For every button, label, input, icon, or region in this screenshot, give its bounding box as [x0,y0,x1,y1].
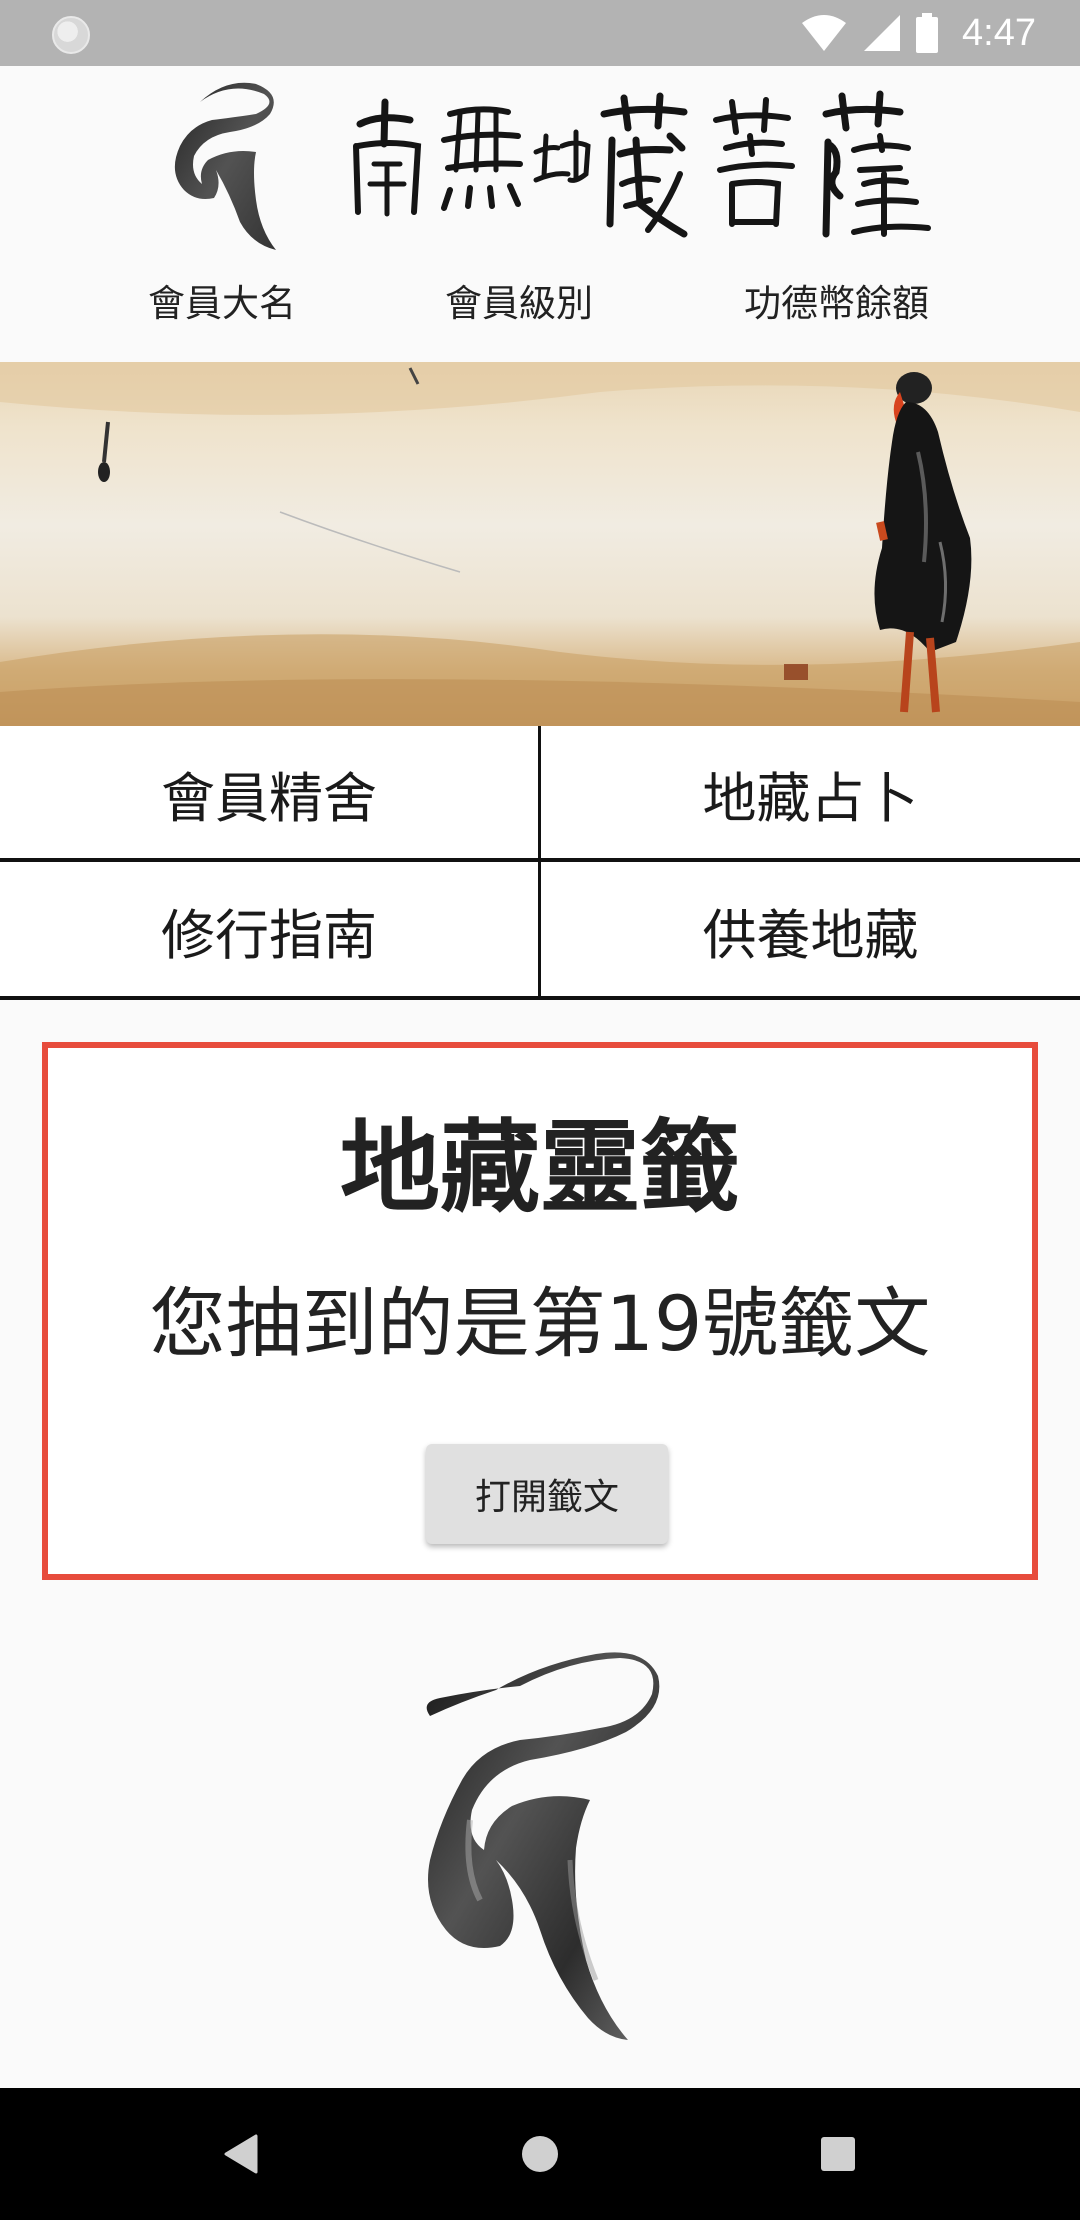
member-name-label: 會員大名 [148,282,296,325]
fortune-title: 地藏靈籤 [340,1109,740,1226]
open-fortune-button[interactable]: 打開籤文 [426,1444,668,1544]
calligraphy-title [353,90,931,238]
fortune-message: 您抽到的是第19號籤文 [149,1279,931,1368]
menu-member-hall[interactable]: 會員精舍 [0,726,538,860]
member-level-label: 會員級別 [445,282,593,325]
ink-painting-monk-walking [0,362,1080,726]
cellular-signal-icon [864,15,901,51]
navigation-bar [0,2088,1080,2220]
menu-divider-bottom [0,996,1080,1000]
status-icons: 4:47 [800,8,1036,58]
menu-practice-guide[interactable]: 修行指南 [0,864,538,996]
wifi-icon [802,15,847,51]
menu-offering[interactable]: 供養地藏 [541,864,1080,996]
menu-divider-vertical [538,726,541,998]
ksitigarbha-seed-syllable-icon [426,1652,660,2040]
battery-icon [916,13,939,53]
status-bar: 4:47 [0,0,1080,66]
recents-square-icon[interactable] [820,2136,856,2172]
header: 會員大名 會員級別 功德幣餘額 [0,66,1080,362]
ksitigarbha-seed-syllable-icon [174,82,276,250]
notification-dot-icon [52,16,90,54]
home-circle-icon[interactable] [520,2134,560,2174]
banner-image [0,362,1080,726]
member-info-row: 會員大名 會員級別 功德幣餘額 [0,276,1080,332]
merit-balance-label: 功德幣餘額 [744,282,929,325]
menu-divider-horizontal [0,858,1080,862]
fortune-card: 地藏靈籤 您抽到的是第19號籤文 打開籤文 [42,1042,1038,1580]
menu-grid: 會員精舍 地藏占卜 修行指南 供養地藏 [0,726,1080,1000]
menu-ksitigarbha-divination[interactable]: 地藏占卜 [541,726,1080,860]
status-time: 4:47 [962,11,1036,54]
back-triangle-icon[interactable] [224,2134,258,2174]
